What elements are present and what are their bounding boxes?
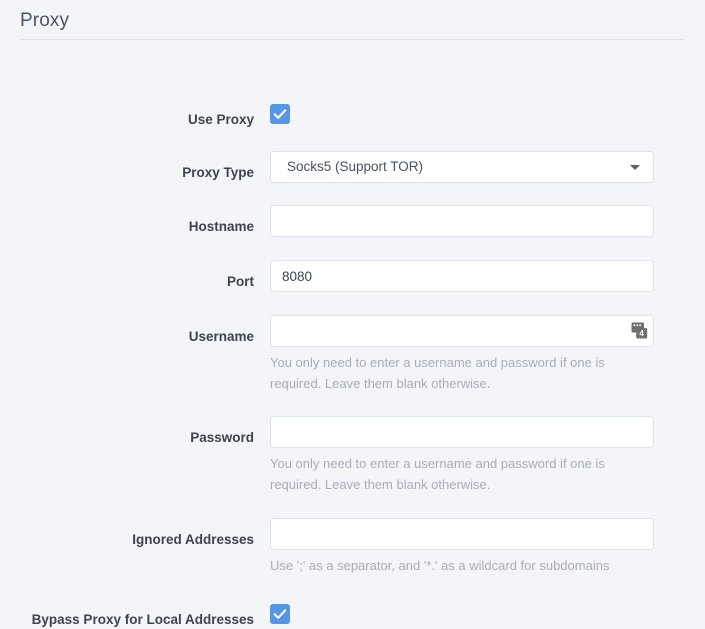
- proxy-type-label: Proxy Type: [182, 165, 254, 180]
- password-input[interactable]: [270, 416, 654, 448]
- form-row-username: Username 4 You only need to enter a user…: [0, 315, 705, 394]
- hostname-field: [270, 205, 654, 237]
- form-row-use-proxy: Use Proxy: [0, 104, 705, 129]
- hostname-input[interactable]: [270, 205, 654, 237]
- port-input[interactable]: [270, 260, 654, 292]
- ignored-addresses-help-text: Use ';' as a separator, and '*.' as a wi…: [270, 558, 610, 573]
- username-input-wrap: 4: [270, 315, 654, 347]
- form-row-proxy-type: Proxy Type Socks5 (Support TOR): [0, 151, 705, 183]
- bypass-local-label: Bypass Proxy for Local Addresses: [31, 612, 254, 627]
- proxy-form: Use Proxy Proxy Type Socks5 (Support TOR…: [0, 40, 705, 629]
- hostname-input-wrap: [270, 205, 654, 237]
- form-row-bypass-local: Bypass Proxy for Local Addresses: [0, 604, 705, 629]
- username-help-text: You only need to enter a username and pa…: [270, 355, 605, 391]
- checkmark-icon: [273, 609, 287, 619]
- use-proxy-field: [270, 104, 654, 124]
- bypass-local-checkbox[interactable]: [270, 604, 290, 624]
- username-label: Username: [188, 329, 254, 344]
- page-title: Proxy: [20, 10, 70, 31]
- form-row-hostname: Hostname: [0, 205, 705, 237]
- ignored-addresses-input[interactable]: [270, 518, 654, 550]
- port-label: Port: [227, 274, 254, 289]
- svg-text:4: 4: [639, 329, 644, 338]
- checkmark-icon: [273, 109, 287, 119]
- port-field: [270, 260, 654, 292]
- username-field: 4 You only need to enter a username and …: [270, 315, 654, 394]
- ignored-addresses-input-wrap: [270, 518, 654, 550]
- page-header: Proxy: [0, 0, 705, 39]
- form-row-ignored-addresses: Ignored Addresses Use ';' as a separator…: [0, 518, 705, 576]
- password-input-wrap: [270, 416, 654, 448]
- username-input[interactable]: [270, 315, 654, 347]
- port-input-wrap: [270, 260, 654, 292]
- use-proxy-label: Use Proxy: [187, 112, 254, 127]
- password-manager-icon[interactable]: 4: [631, 322, 648, 339]
- password-help-text: You only need to enter a username and pa…: [270, 456, 605, 492]
- form-row-password: Password You only need to enter a userna…: [0, 416, 705, 495]
- proxy-type-field: Socks5 (Support TOR): [270, 151, 654, 183]
- ignored-addresses-field: Use ';' as a separator, and '*.' as a wi…: [270, 518, 654, 576]
- form-row-port: Port: [0, 260, 705, 292]
- proxy-type-select[interactable]: Socks5 (Support TOR): [270, 151, 654, 183]
- password-field: You only need to enter a username and pa…: [270, 416, 654, 495]
- hostname-label: Hostname: [188, 219, 254, 234]
- bypass-local-field: [270, 604, 654, 624]
- proxy-settings-page: Proxy Use Proxy Proxy Type Socks5 (Suppo…: [0, 0, 705, 627]
- use-proxy-checkbox[interactable]: [270, 104, 290, 124]
- ignored-addresses-label: Ignored Addresses: [132, 532, 254, 547]
- password-label: Password: [190, 430, 254, 445]
- proxy-type-select-wrap: Socks5 (Support TOR): [270, 151, 654, 183]
